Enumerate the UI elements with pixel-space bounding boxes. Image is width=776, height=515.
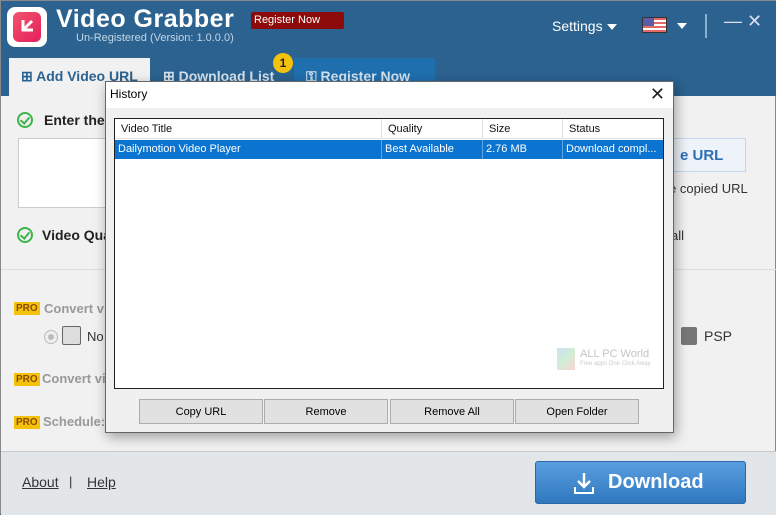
add-video-icon: ⊞	[21, 68, 37, 84]
remove-button[interactable]: Remove	[264, 399, 388, 424]
column-status[interactable]: Status	[563, 119, 663, 139]
download-button[interactable]: Download	[535, 461, 746, 504]
watermark-title: ALL PC World	[580, 348, 650, 360]
settings-label: Settings	[552, 18, 603, 34]
table-row[interactable]: Dailymotion Video Player Best Available …	[115, 140, 663, 159]
about-link[interactable]: About	[22, 474, 59, 490]
column-size[interactable]: Size	[483, 119, 563, 139]
dialog-title: History	[110, 87, 148, 101]
cell-quality: Best Available	[382, 140, 483, 159]
check-circle-icon	[17, 112, 33, 128]
psp-label: PSP	[704, 328, 733, 344]
step1-label: Enter the	[44, 112, 105, 128]
convert-option-label: Convert v	[44, 301, 104, 316]
cell-size: 2.76 MB	[483, 140, 563, 159]
close-button[interactable]: ✕	[747, 11, 762, 32]
watermark: ALL PC World Free apps One Click Away	[553, 346, 663, 372]
column-quality[interactable]: Quality	[382, 119, 483, 139]
chevron-down-icon	[606, 24, 617, 31]
video-grabber-window: Video Grabber Un-Registered (Version: 1.…	[0, 0, 776, 515]
cell-status: Download compl...	[566, 143, 657, 155]
open-folder-button[interactable]: Open Folder	[515, 399, 639, 424]
pro-badge: PRO	[14, 416, 40, 429]
app-logo	[7, 7, 47, 47]
video-quality-label: Video Qua	[42, 227, 111, 243]
column-video-title[interactable]: Video Title	[115, 119, 382, 139]
list-header: Video Title Quality Size Status	[115, 119, 663, 139]
language-chevron-down-icon[interactable]	[677, 23, 687, 29]
schedule-label: Schedule:	[43, 414, 106, 429]
download-count-badge: 1	[273, 53, 293, 73]
dialog-title-bar: History ✕	[106, 82, 673, 108]
download-arrow-icon	[21, 19, 34, 32]
help-link[interactable]: Help	[87, 474, 116, 490]
settings-menu[interactable]: Settings	[552, 18, 617, 34]
app-title: Video Grabber	[56, 5, 235, 33]
pro-badge: PRO	[14, 373, 40, 386]
url-input[interactable]	[18, 138, 108, 208]
psp-file-icon	[681, 327, 697, 345]
watermark-subtitle: Free apps One Click Away	[580, 361, 651, 367]
download-label: Download	[608, 471, 704, 493]
version-text: Un-Registered (Version: 1.0.0.0)	[76, 32, 234, 44]
footer-separator: |	[69, 474, 73, 489]
flag-canton	[643, 18, 654, 26]
convert-option-label: Convert vi	[42, 371, 106, 386]
copied-url-hint: e copied URL	[669, 181, 748, 196]
us-flag-icon[interactable]	[642, 17, 667, 33]
download-icon	[574, 473, 594, 494]
video-format-icon	[62, 326, 81, 345]
titlebar-divider	[705, 14, 707, 38]
register-now-badge[interactable]: Register Now	[251, 12, 344, 29]
radio-none[interactable]	[44, 330, 58, 344]
check-circle-icon	[17, 227, 33, 243]
minimize-button[interactable]: —	[724, 11, 742, 32]
remove-all-button[interactable]: Remove All	[390, 399, 514, 424]
pro-badge: PRO	[14, 302, 40, 315]
watermark-logo-icon	[557, 348, 575, 370]
copy-url-button[interactable]: Copy URL	[139, 399, 263, 424]
dialog-close-button[interactable]: ✕	[650, 84, 665, 105]
radio-label: No	[87, 329, 104, 344]
cell-title: Dailymotion Video Player	[115, 140, 382, 159]
history-dialog: History ✕ Video Title Quality Size Statu…	[105, 81, 674, 433]
